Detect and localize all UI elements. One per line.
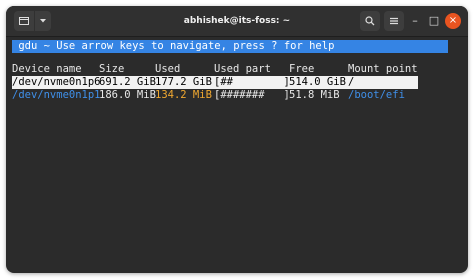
device-mount-point: /boot/efi	[348, 89, 405, 101]
device-mount-point: /	[348, 76, 355, 88]
search-icon	[365, 14, 375, 27]
device-name: /dev/nvme0n1p1	[12, 89, 101, 101]
chevron-down-icon	[39, 16, 47, 25]
device-size: 691.2 GiB	[99, 76, 156, 88]
column-free: Free	[289, 63, 315, 75]
device-used-part: [####### ]	[214, 89, 290, 101]
device-used-part: [## ]	[214, 76, 290, 88]
device-row-selected[interactable]: /dev/nvme0n1p6 691.2 GiB 177.2 GiB [## ]…	[12, 76, 418, 89]
new-tab-button[interactable]	[14, 11, 34, 31]
device-used: 177.2 GiB	[155, 76, 212, 88]
column-size: Size	[99, 63, 125, 75]
terminal-tab-icon	[19, 14, 29, 27]
title-bar: abhishek@its-foss: ~ – □ ×	[6, 6, 468, 37]
close-button[interactable]: ×	[445, 13, 461, 29]
device-used: 134.2 MiB	[155, 89, 212, 101]
terminal-area[interactable]: gdu ~ Use arrow keys to navigate, press …	[12, 37, 462, 269]
gdu-help-bar: gdu ~ Use arrow keys to navigate, press …	[12, 40, 448, 53]
column-used: Used	[155, 63, 181, 75]
hamburger-menu-icon	[389, 14, 399, 27]
search-button[interactable]	[360, 11, 380, 31]
tab-dropdown-button[interactable]	[35, 11, 51, 31]
minimize-button[interactable]: –	[407, 13, 423, 29]
device-row[interactable]: /dev/nvme0n1p1 186.0 MiB 134.2 MiB [####…	[12, 89, 462, 102]
device-size: 186.0 MiB	[99, 89, 156, 101]
device-free: 51.8 MiB	[289, 89, 340, 101]
column-header-row: Device name Size Used Used part Free Mou…	[12, 63, 462, 76]
column-device-name: Device name	[12, 63, 82, 75]
column-mount-point: Mount point	[348, 63, 418, 75]
device-name: /dev/nvme0n1p6	[12, 76, 101, 88]
column-used-part: Used part	[214, 63, 271, 75]
menu-button[interactable]	[384, 11, 404, 31]
terminal-window: abhishek@its-foss: ~ – □ × gdu ~ Use arr…	[6, 6, 468, 273]
maximize-button[interactable]: □	[426, 13, 442, 29]
device-free: 514.0 GiB	[289, 76, 346, 88]
